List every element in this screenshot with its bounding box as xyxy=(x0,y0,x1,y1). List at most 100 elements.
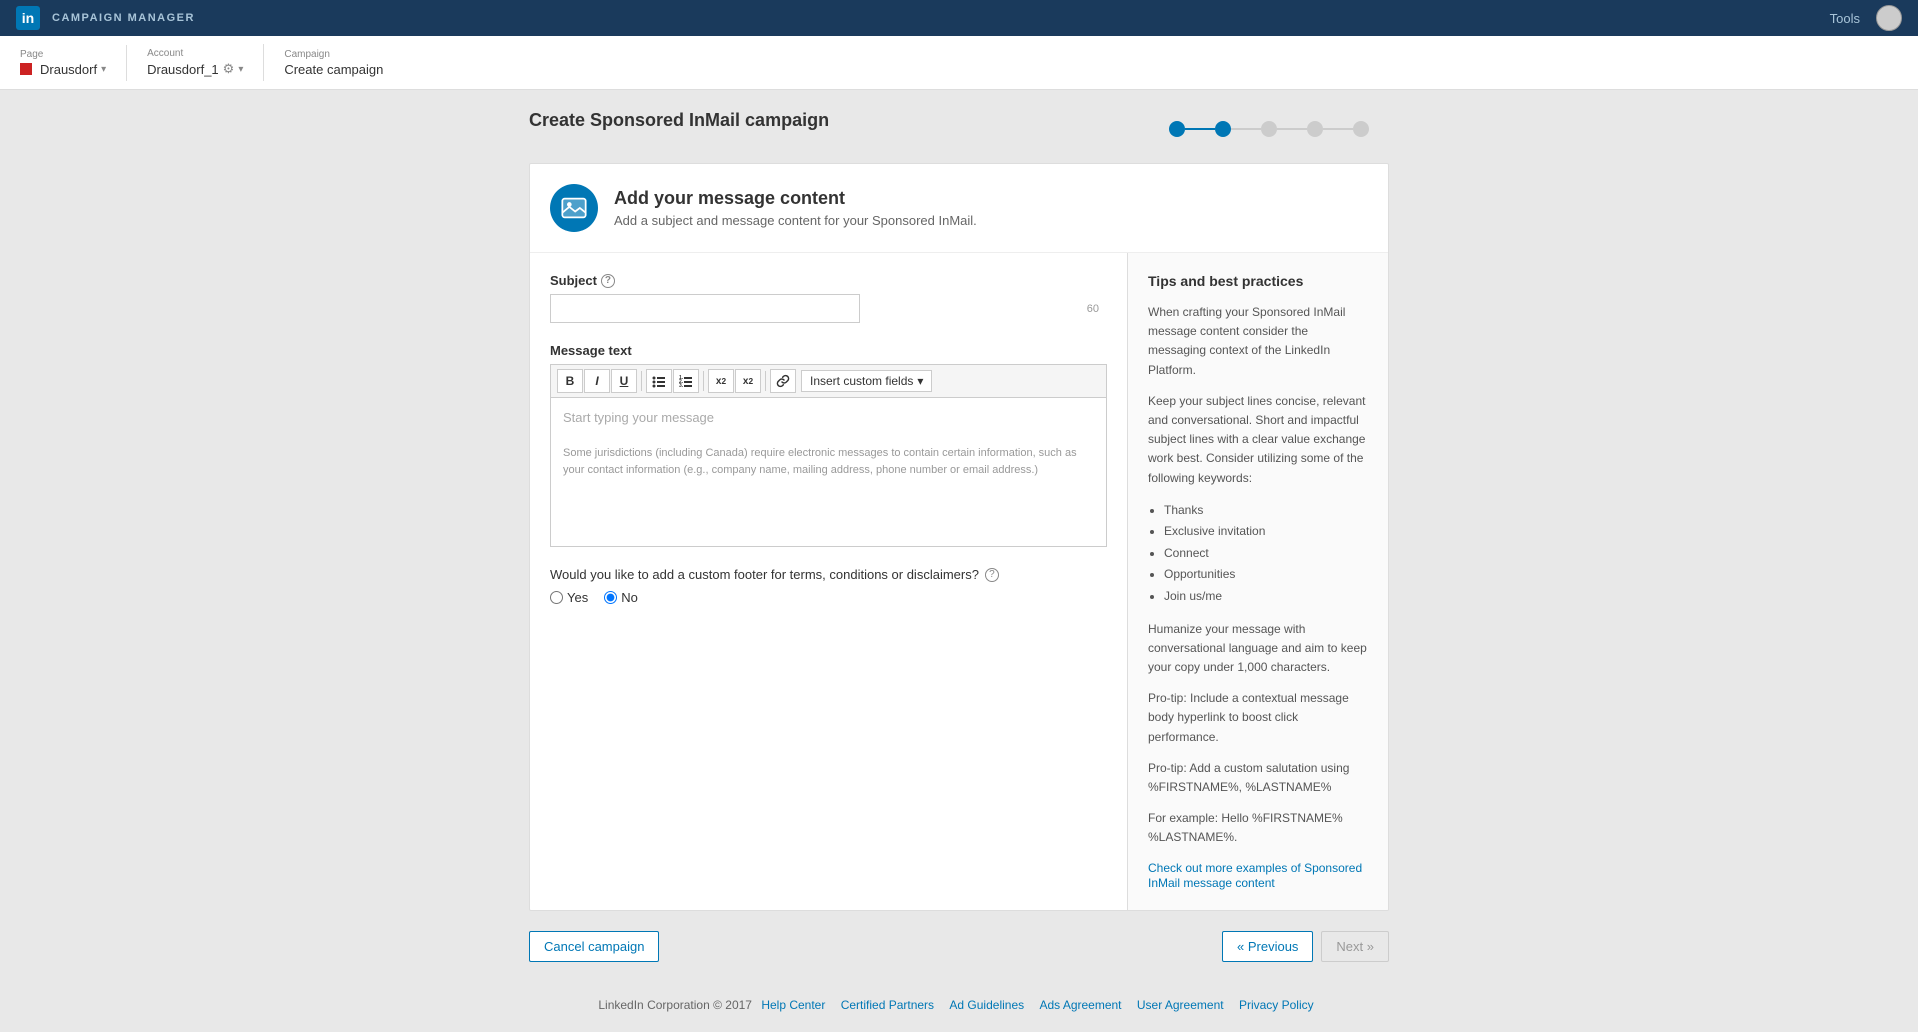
page-name: Drausdorf xyxy=(40,62,97,77)
title-suffix: campaign xyxy=(740,110,829,130)
image-icon xyxy=(560,194,588,222)
breadcrumb-page-value[interactable]: Drausdorf ▾ xyxy=(20,62,106,77)
footer-help-icon[interactable]: ? xyxy=(985,568,999,582)
breadcrumb-campaign-value: Create campaign xyxy=(284,62,383,77)
nav-right: Tools xyxy=(1830,5,1902,31)
bold-button[interactable]: B xyxy=(557,369,583,393)
progress-steps xyxy=(1169,121,1389,137)
title-bold: Sponsored InMail xyxy=(590,110,740,130)
insert-custom-label: Insert custom fields xyxy=(810,374,913,388)
card-body: Subject ? 60 Message text B xyxy=(530,253,1388,910)
message-area[interactable]: Start typing your message Some jurisdict… xyxy=(550,397,1107,547)
footer-ad-guidelines[interactable]: Ad Guidelines xyxy=(949,998,1024,1012)
footer-certified-partners[interactable]: Certified Partners xyxy=(841,998,934,1012)
tip-5: Pro-tip: Add a custom salutation using %… xyxy=(1148,759,1368,797)
breadcrumb-bar: Page Drausdorf ▾ Account Drausdorf_1 ⚙ ▾… xyxy=(0,36,1918,90)
step-2 xyxy=(1215,121,1231,137)
page-dot-icon xyxy=(20,63,32,75)
card-title: Add your message content xyxy=(614,188,977,209)
footer-no-label[interactable]: No xyxy=(604,590,638,605)
subject-input[interactable] xyxy=(550,294,860,323)
top-row: Create Sponsored InMail campaign xyxy=(509,90,1409,147)
link-icon xyxy=(776,374,790,388)
breadcrumb-campaign-label: Campaign xyxy=(284,49,383,60)
tip-6: For example: Hello %FIRSTNAME% %LASTNAME… xyxy=(1148,809,1368,847)
subject-help-icon[interactable]: ? xyxy=(601,274,615,288)
subject-char-count: 60 xyxy=(1087,303,1099,315)
step-line-4 xyxy=(1323,128,1353,130)
tip-3: Humanize your message with conversationa… xyxy=(1148,620,1368,678)
main-content: Add your message content Add a subject a… xyxy=(509,163,1409,911)
breadcrumb-account: Account Drausdorf_1 ⚙ ▾ xyxy=(147,44,264,81)
keyword-1: Thanks xyxy=(1164,500,1368,522)
insert-custom-fields-button[interactable]: Insert custom fields ▾ xyxy=(801,370,932,392)
footer-question-group: Would you like to add a custom footer fo… xyxy=(550,567,1107,605)
tips-link[interactable]: Check out more examples of Sponsored InM… xyxy=(1148,861,1362,890)
numbered-list-button[interactable]: 1.2.3. xyxy=(673,369,699,393)
user-avatar[interactable] xyxy=(1876,5,1902,31)
step-3 xyxy=(1261,121,1277,137)
account-settings-icon[interactable]: ⚙ xyxy=(223,61,235,77)
tip-1: When crafting your Sponsored InMail mess… xyxy=(1148,303,1368,380)
tips-keyword-list: Thanks Exclusive invitation Connect Oppo… xyxy=(1164,500,1368,608)
previous-button[interactable]: « Previous xyxy=(1222,931,1313,962)
app-title: CAMPAIGN MANAGER xyxy=(52,12,195,24)
breadcrumb-account-label: Account xyxy=(147,48,243,59)
bullet-list-button[interactable] xyxy=(646,369,672,393)
message-hint: Some jurisdictions (including Canada) re… xyxy=(551,437,1106,490)
footer-privacy-policy[interactable]: Privacy Policy xyxy=(1239,998,1314,1012)
tools-link[interactable]: Tools xyxy=(1830,11,1860,26)
link-button[interactable] xyxy=(770,369,796,393)
breadcrumb-page-label: Page xyxy=(20,49,106,60)
footer-yes-radio[interactable] xyxy=(550,591,563,604)
form-section: Subject ? 60 Message text B xyxy=(530,253,1128,910)
message-toolbar: B I U 1.2.3. x2 x2 xyxy=(550,364,1107,397)
subscript-button[interactable]: x2 xyxy=(735,369,761,393)
numbered-list-icon: 1.2.3. xyxy=(679,374,693,388)
step-4 xyxy=(1307,121,1323,137)
bullet-list-icon xyxy=(652,374,666,388)
step-line-2 xyxy=(1231,128,1261,130)
italic-button[interactable]: I xyxy=(584,369,610,393)
nav-buttons: « Previous Next » xyxy=(1222,931,1389,962)
nav-left: in CAMPAIGN MANAGER xyxy=(16,6,195,30)
message-inner[interactable]: Start typing your message Some jurisdict… xyxy=(550,397,1107,547)
subject-label: Subject ? xyxy=(550,273,1107,288)
footer-no-radio[interactable] xyxy=(604,591,617,604)
subject-group: Subject ? 60 xyxy=(550,273,1107,323)
page-title: Create Sponsored InMail campaign xyxy=(529,110,829,131)
next-button: Next » xyxy=(1321,931,1389,962)
footer-help-center[interactable]: Help Center xyxy=(761,998,825,1012)
keyword-5: Join us/me xyxy=(1164,586,1368,608)
breadcrumb-page: Page Drausdorf ▾ xyxy=(20,45,127,81)
subject-input-wrapper: 60 xyxy=(550,294,1107,323)
header-icon xyxy=(550,184,598,232)
header-text: Add your message content Add a subject a… xyxy=(614,188,977,228)
tips-content: When crafting your Sponsored InMail mess… xyxy=(1148,303,1368,890)
cancel-campaign-button[interactable]: Cancel campaign xyxy=(529,931,659,962)
card-header: Add your message content Add a subject a… xyxy=(530,164,1388,253)
tips-section: Tips and best practices When crafting yo… xyxy=(1128,253,1388,910)
step-line-1 xyxy=(1185,128,1215,130)
footer-copyright: LinkedIn Corporation © 2017 xyxy=(598,998,752,1012)
superscript-button[interactable]: x2 xyxy=(708,369,734,393)
page-chevron-icon: ▾ xyxy=(101,64,106,75)
message-label: Message text xyxy=(550,343,1107,358)
account-name: Drausdorf_1 xyxy=(147,62,219,77)
toolbar-separator-2 xyxy=(703,371,704,391)
bottom-actions: Cancel campaign « Previous Next » xyxy=(509,931,1409,962)
keyword-4: Opportunities xyxy=(1164,564,1368,586)
footer-yes-label[interactable]: Yes xyxy=(550,590,588,605)
footer-question-text: Would you like to add a custom footer fo… xyxy=(550,567,1107,582)
footer-user-agreement[interactable]: User Agreement xyxy=(1137,998,1224,1012)
step-5 xyxy=(1353,121,1369,137)
footer-ads-agreement[interactable]: Ads Agreement xyxy=(1039,998,1121,1012)
message-group: Message text B I U 1.2.3. xyxy=(550,343,1107,547)
campaign-name: Create campaign xyxy=(284,62,383,77)
keyword-3: Connect xyxy=(1164,543,1368,565)
tip-4: Pro-tip: Include a contextual message bo… xyxy=(1148,689,1368,747)
toolbar-separator-1 xyxy=(641,371,642,391)
toolbar-separator-3 xyxy=(765,371,766,391)
tip-2: Keep your subject lines concise, relevan… xyxy=(1148,392,1368,488)
underline-button[interactable]: U xyxy=(611,369,637,393)
